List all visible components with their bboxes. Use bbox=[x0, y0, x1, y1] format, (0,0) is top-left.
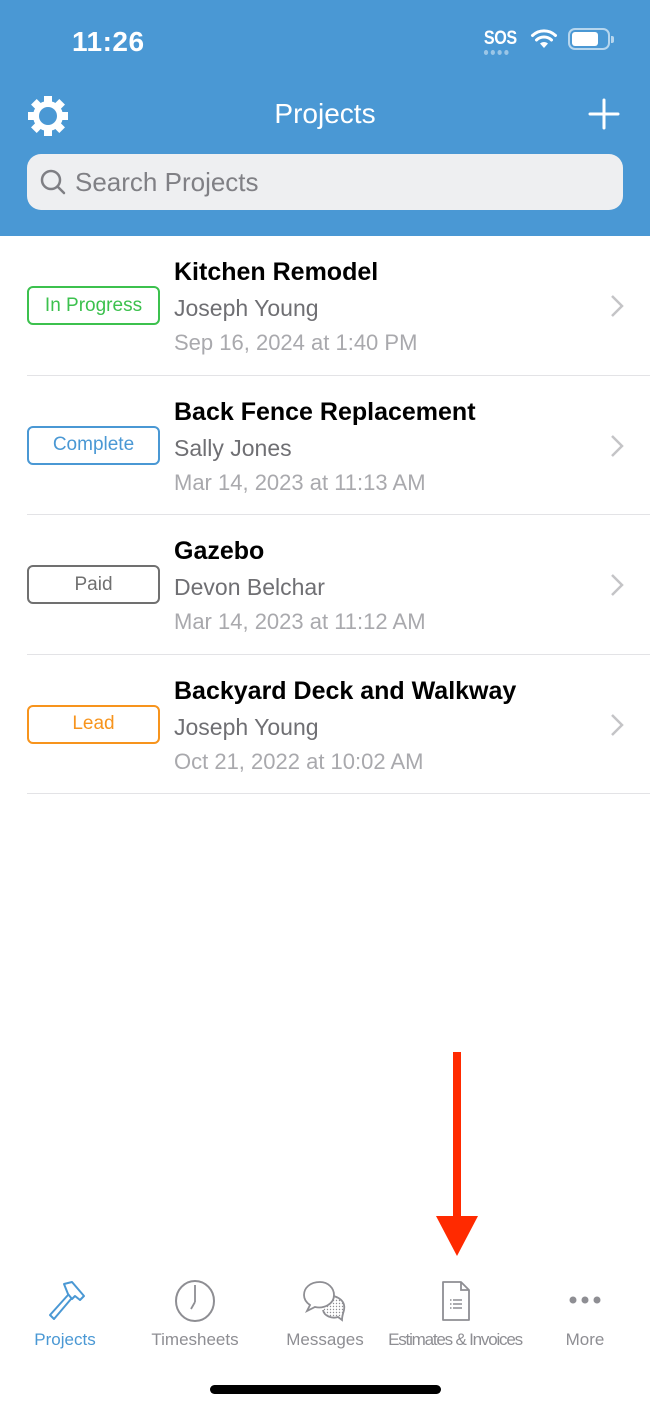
tab-projects[interactable]: Projects bbox=[0, 1270, 130, 1360]
tab-messages[interactable]: Messages bbox=[260, 1270, 390, 1360]
status-badge: Lead bbox=[27, 704, 160, 744]
status-badge: Paid bbox=[27, 565, 160, 604]
app-header: 11:26 SOS Projects bbox=[0, 0, 650, 236]
chevron-right-icon bbox=[611, 574, 624, 596]
tab-estimates-invoices[interactable]: Estimates & Invoices bbox=[388, 1270, 523, 1360]
chevron-right-icon bbox=[611, 434, 624, 457]
project-client: Joseph Young bbox=[174, 295, 319, 321]
sos-indicator: SOS bbox=[484, 28, 518, 55]
project-info: Back Fence Replacement Sally Jones Mar 1… bbox=[174, 394, 476, 500]
battery-icon bbox=[568, 28, 614, 50]
sos-label: SOS bbox=[484, 28, 518, 49]
project-list: In Progress Kitchen Remodel Joseph Young… bbox=[0, 236, 650, 794]
project-date: Oct 21, 2022 at 10:02 AM bbox=[174, 748, 424, 774]
tab-label: More bbox=[565, 1330, 605, 1349]
project-title: Back Fence Replacement bbox=[174, 397, 476, 426]
red-down-arrow bbox=[436, 1052, 478, 1256]
page-title: Projects bbox=[274, 98, 376, 129]
chevron-right-icon bbox=[611, 713, 624, 736]
project-info: Gazebo Devon Belchar Mar 14, 2023 at 11:… bbox=[174, 533, 426, 639]
chat-bubbles-icon bbox=[303, 1281, 346, 1322]
project-client: Devon Belchar bbox=[174, 574, 325, 600]
status-icons: SOS bbox=[481, 28, 614, 55]
tab-label: Estimates & Invoices bbox=[388, 1330, 523, 1349]
chevron-right-icon bbox=[611, 295, 624, 317]
tab-label: Projects bbox=[34, 1330, 96, 1349]
status-time: 11:26 bbox=[72, 26, 145, 57]
more-dots-icon bbox=[569, 1296, 601, 1304]
project-date: Sep 16, 2024 at 1:40 PM bbox=[174, 330, 418, 355]
project-row[interactable]: Complete Back Fence Replacement Sally Jo… bbox=[27, 376, 650, 515]
signal-dots-icon bbox=[484, 50, 509, 55]
clock-icon bbox=[175, 1280, 215, 1322]
project-date: Mar 14, 2023 at 11:12 AM bbox=[174, 609, 426, 634]
project-client: Sally Jones bbox=[174, 434, 292, 461]
project-date: Mar 14, 2023 at 11:13 AM bbox=[174, 469, 426, 495]
project-client: Joseph Young bbox=[174, 713, 319, 740]
document-icon bbox=[442, 1281, 470, 1321]
status-badge: In Progress bbox=[27, 286, 160, 325]
wifi-icon bbox=[531, 29, 557, 48]
add-project-button[interactable] bbox=[588, 98, 620, 130]
project-title: Gazebo bbox=[174, 537, 265, 565]
project-info: Kitchen Remodel Joseph Young Sep 16, 202… bbox=[174, 254, 417, 360]
status-badge: Complete bbox=[27, 425, 160, 465]
search-bar[interactable] bbox=[27, 154, 623, 210]
tab-more[interactable]: More bbox=[520, 1270, 650, 1360]
project-row[interactable]: Paid Gazebo Devon Belchar Mar 14, 2023 a… bbox=[27, 515, 650, 655]
project-title: Kitchen Remodel bbox=[174, 258, 379, 286]
tab-bar: Projects Timesheets Messages Estimates &… bbox=[0, 1270, 650, 1360]
tab-label: Timesheets bbox=[151, 1330, 239, 1349]
tab-label: Messages bbox=[286, 1330, 364, 1349]
project-title: Backyard Deck and Walkway bbox=[174, 676, 517, 705]
project-row[interactable]: In Progress Kitchen Remodel Joseph Young… bbox=[27, 236, 650, 376]
search-icon bbox=[40, 169, 66, 195]
hammer-icon bbox=[49, 1281, 85, 1320]
project-row[interactable]: Lead Backyard Deck and Walkway Joseph Yo… bbox=[27, 655, 650, 794]
tab-timesheets[interactable]: Timesheets bbox=[130, 1270, 260, 1360]
home-indicator[interactable] bbox=[210, 1385, 441, 1394]
project-info: Backyard Deck and Walkway Joseph Young O… bbox=[174, 673, 516, 779]
search-input[interactable] bbox=[75, 166, 595, 198]
